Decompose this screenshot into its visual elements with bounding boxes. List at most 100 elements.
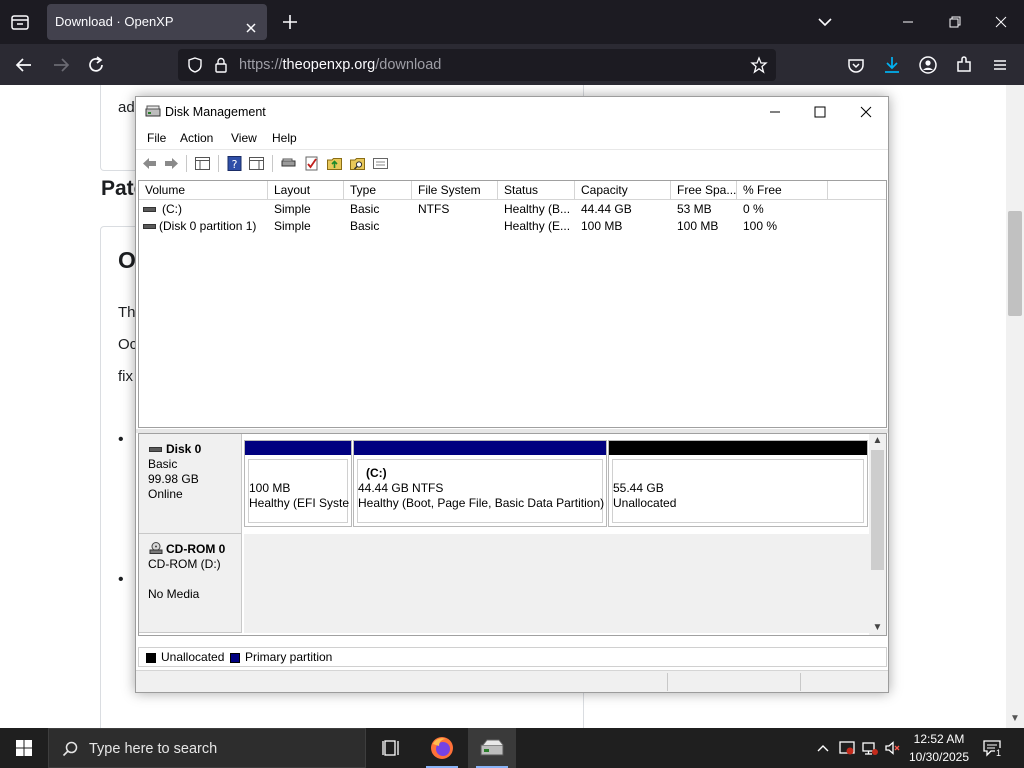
- firefox-icon[interactable]: [418, 728, 466, 768]
- pocket-icon[interactable]: [845, 54, 867, 76]
- page-paragraph: Th: [118, 304, 136, 321]
- scrollbar-thumb[interactable]: [871, 450, 884, 570]
- disk-view-scrollbar[interactable]: ▲ ▼: [869, 434, 886, 635]
- task-view-icon[interactable]: [368, 728, 416, 768]
- taskbar-clock[interactable]: 12:52 AM 10/30/2025: [906, 730, 972, 766]
- windows-start-icon[interactable]: [0, 728, 48, 768]
- page-bullet: •: [118, 571, 124, 588]
- toolbar: ?: [136, 149, 888, 177]
- cell-status: Healthy (B...: [504, 202, 571, 216]
- disk-0-label[interactable]: Disk 0 Basic 99.98 GB Online: [139, 434, 242, 534]
- column-header-status[interactable]: Status: [498, 181, 575, 199]
- notification-count: 1: [995, 748, 1003, 758]
- show-hidden-icons-chevron-icon[interactable]: [814, 739, 832, 757]
- column-header-volume[interactable]: Volume: [139, 181, 268, 199]
- back-arrow-icon[interactable]: [141, 155, 158, 172]
- taskbar: Type here to search 12:52 AM 10/30/2025 …: [0, 728, 1024, 768]
- taskbar-search-box[interactable]: Type here to search: [48, 728, 366, 768]
- column-header-layout[interactable]: Layout: [268, 181, 344, 199]
- url-host: theopenxp.org: [282, 57, 376, 73]
- tab-close-icon[interactable]: [243, 14, 259, 33]
- primary-partition-bar: [245, 441, 351, 455]
- minimize-icon[interactable]: [765, 102, 785, 122]
- cdrom-0-label[interactable]: CD-ROM 0 CD-ROM (D:) No Media: [139, 534, 242, 633]
- new-tab-icon[interactable]: [280, 12, 300, 32]
- list-view-icon[interactable]: [372, 155, 389, 172]
- partition-status: Healthy (Boot, Page File, Basic Data Par…: [358, 496, 604, 510]
- forward-icon[interactable]: [50, 54, 72, 76]
- folder-up-icon[interactable]: [326, 155, 343, 172]
- checklist-icon[interactable]: [303, 155, 320, 172]
- column-header-free-space[interactable]: Free Spa...: [671, 181, 737, 199]
- connect-drive-icon[interactable]: [280, 155, 297, 172]
- column-header-capacity[interactable]: Capacity: [575, 181, 671, 199]
- scroll-up-arrow-icon[interactable]: ▲: [869, 434, 886, 448]
- close-icon[interactable]: [991, 12, 1011, 32]
- tab-list-icon[interactable]: [8, 10, 32, 34]
- partition-efi[interactable]: 100 MB Healthy (EFI Syste: [244, 440, 352, 527]
- volume-muted-icon[interactable]: [884, 739, 902, 757]
- url-bar[interactable]: https://theopenxp.org/download: [178, 49, 776, 81]
- partition-label: (C:): [366, 466, 387, 480]
- forward-arrow-icon[interactable]: [163, 155, 180, 172]
- cd-drive-icon: [149, 542, 163, 554]
- disk-name: Disk 0: [166, 442, 202, 456]
- status-divider: [800, 673, 801, 691]
- menu-file[interactable]: File: [147, 127, 166, 149]
- column-header-file-system[interactable]: File System: [412, 181, 498, 199]
- search-icon: [61, 740, 79, 758]
- cell-layout: Simple: [274, 219, 311, 233]
- menu-icon[interactable]: [989, 54, 1011, 76]
- disk-size: 99.98 GB: [148, 472, 199, 486]
- help-icon[interactable]: ?: [226, 155, 243, 172]
- disk-graphical-view: Disk 0 Basic 99.98 GB Online 100 MB Heal…: [138, 433, 887, 636]
- disk-icon: [149, 447, 162, 452]
- menu-bar: File Action View Help: [136, 127, 888, 149]
- back-icon[interactable]: [13, 54, 35, 76]
- account-icon[interactable]: [917, 54, 939, 76]
- cell-free-space: 100 MB: [677, 219, 719, 233]
- properties-icon[interactable]: [248, 155, 265, 172]
- legend-swatch-primary: [230, 653, 240, 663]
- volume-row[interactable]: (C:) Simple Basic NTFS Healthy (B... 44.…: [139, 201, 886, 218]
- partition-c[interactable]: (C:) 44.44 GB NTFS Healthy (Boot, Page F…: [353, 440, 607, 527]
- tray-app-icon[interactable]: [838, 739, 856, 757]
- window-title-bar[interactable]: Disk Management: [136, 97, 888, 127]
- shield-icon[interactable]: [186, 56, 204, 74]
- column-header-type[interactable]: Type: [344, 181, 412, 199]
- minimize-icon[interactable]: [898, 12, 918, 32]
- menu-action[interactable]: Action: [180, 127, 213, 149]
- status-divider: [667, 673, 668, 691]
- extensions-icon[interactable]: [953, 54, 975, 76]
- legend-label-unallocated: Unallocated: [161, 650, 225, 664]
- toolbar-separator: [218, 155, 219, 172]
- column-header-percent-free[interactable]: % Free: [737, 181, 828, 199]
- maximize-icon[interactable]: [810, 102, 830, 122]
- cdrom-media-area[interactable]: [244, 534, 869, 633]
- reload-icon[interactable]: [85, 54, 107, 76]
- scroll-down-arrow-icon[interactable]: ▼: [1008, 713, 1022, 725]
- scroll-down-arrow-icon[interactable]: ▼: [869, 621, 886, 635]
- close-icon[interactable]: [856, 102, 876, 122]
- console-tree-icon[interactable]: [194, 155, 211, 172]
- disk-management-taskbar-icon[interactable]: [468, 728, 516, 768]
- lock-icon[interactable]: [212, 56, 230, 74]
- volume-row[interactable]: (Disk 0 partition 1) Simple Basic Health…: [139, 218, 886, 235]
- chevron-down-icon[interactable]: [816, 14, 834, 30]
- partition-unallocated[interactable]: 55.44 GB Unallocated: [608, 440, 868, 527]
- menu-help[interactable]: Help: [272, 127, 297, 149]
- partition-status: Unallocated: [613, 496, 677, 510]
- cell-type: Basic: [350, 202, 380, 216]
- clock-time: 12:52 AM: [913, 732, 965, 746]
- network-icon[interactable]: [861, 739, 879, 757]
- folder-search-icon[interactable]: [349, 155, 366, 172]
- menu-view[interactable]: View: [231, 127, 257, 149]
- window-title: Disk Management: [165, 105, 266, 119]
- browser-tab[interactable]: Download · OpenXP: [47, 4, 267, 40]
- page-scrollbar-thumb[interactable]: [1008, 211, 1022, 316]
- notifications-icon[interactable]: 1: [982, 739, 1004, 758]
- restore-icon[interactable]: [945, 12, 965, 32]
- page-scrollbar[interactable]: [1006, 85, 1024, 728]
- bookmark-star-icon[interactable]: [750, 56, 768, 74]
- download-icon[interactable]: [881, 54, 903, 76]
